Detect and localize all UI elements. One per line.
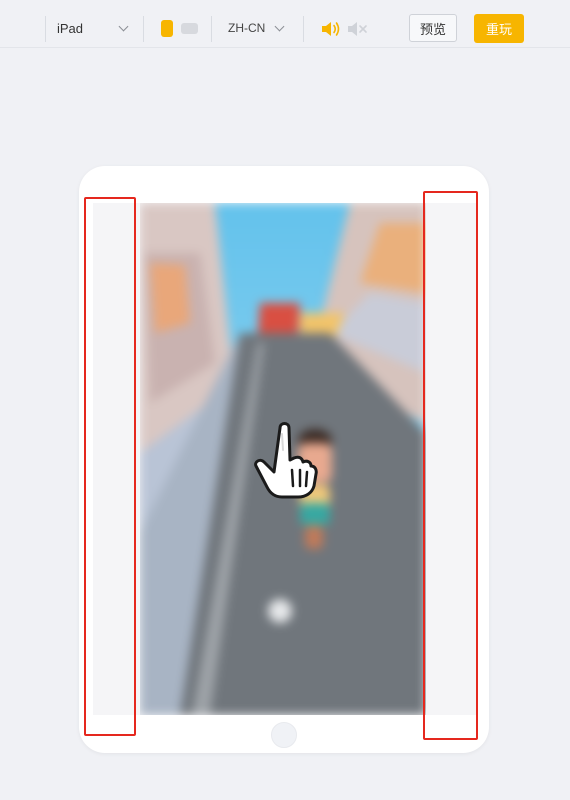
left-blank-area-highlight	[84, 197, 136, 736]
replay-button[interactable]: 重玩	[474, 14, 524, 43]
speaker-mute-icon[interactable]	[346, 19, 368, 39]
toolbar-divider	[143, 16, 144, 42]
top-toolbar: iPad ZH-CN 预览 重玩	[0, 0, 570, 48]
device-select[interactable]: iPad	[50, 14, 136, 42]
speaker-on-icon[interactable]	[320, 19, 342, 39]
toolbar-divider	[211, 16, 212, 42]
chevron-down-icon	[274, 21, 285, 32]
preview-button[interactable]: 预览	[409, 14, 457, 42]
portrait-orientation-icon[interactable]	[161, 20, 173, 37]
device-select-label: iPad	[57, 20, 84, 36]
home-button[interactable]	[271, 722, 297, 748]
tap-hand-icon	[250, 420, 320, 500]
toolbar-divider	[45, 16, 46, 42]
language-select[interactable]: ZH-CN	[222, 14, 292, 42]
language-select-label: ZH-CN	[228, 21, 266, 35]
toolbar-divider	[303, 16, 304, 42]
chevron-down-icon	[118, 21, 129, 32]
right-blank-area-highlight	[423, 191, 478, 740]
landscape-orientation-icon[interactable]	[181, 23, 198, 34]
